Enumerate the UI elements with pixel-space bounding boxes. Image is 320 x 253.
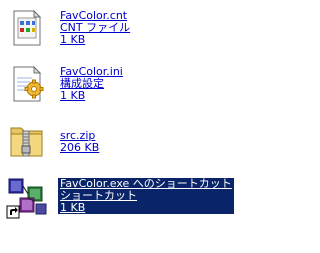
file-type: ショートカット [60, 189, 137, 202]
file-label-group: src.zip 206 KB [60, 130, 99, 154]
file-item-favcolor-ini[interactable]: FavColor.ini 構成設定 1 KB [4, 64, 262, 112]
file-item-favcolor-shortcut[interactable]: FavColor.exe へのショートカット ショートカット 1 KB [4, 176, 262, 224]
shortcut-app-icon[interactable] [6, 176, 50, 220]
file-size: 206 KB [60, 141, 100, 154]
ini-settings-icon[interactable] [6, 64, 46, 104]
file-item-src-zip[interactable]: src.zip 206 KB [4, 120, 262, 168]
file-label-group: FavColor.ini 構成設定 1 KB [60, 66, 123, 102]
file-item-favcolor-cnt[interactable]: FavColor.cnt CNT ファイル 1 KB [4, 8, 262, 56]
file-label-group: FavColor.cnt CNT ファイル 1 KB [60, 10, 130, 46]
file-size: 1 KB [60, 33, 86, 46]
file-label-group-selected: FavColor.exe へのショートカット ショートカット 1 KB [58, 178, 234, 214]
file-size: 1 KB [60, 89, 86, 102]
zip-folder-icon[interactable] [6, 120, 46, 160]
file-size: 1 KB [60, 201, 86, 214]
cnt-file-icon[interactable] [6, 8, 46, 48]
